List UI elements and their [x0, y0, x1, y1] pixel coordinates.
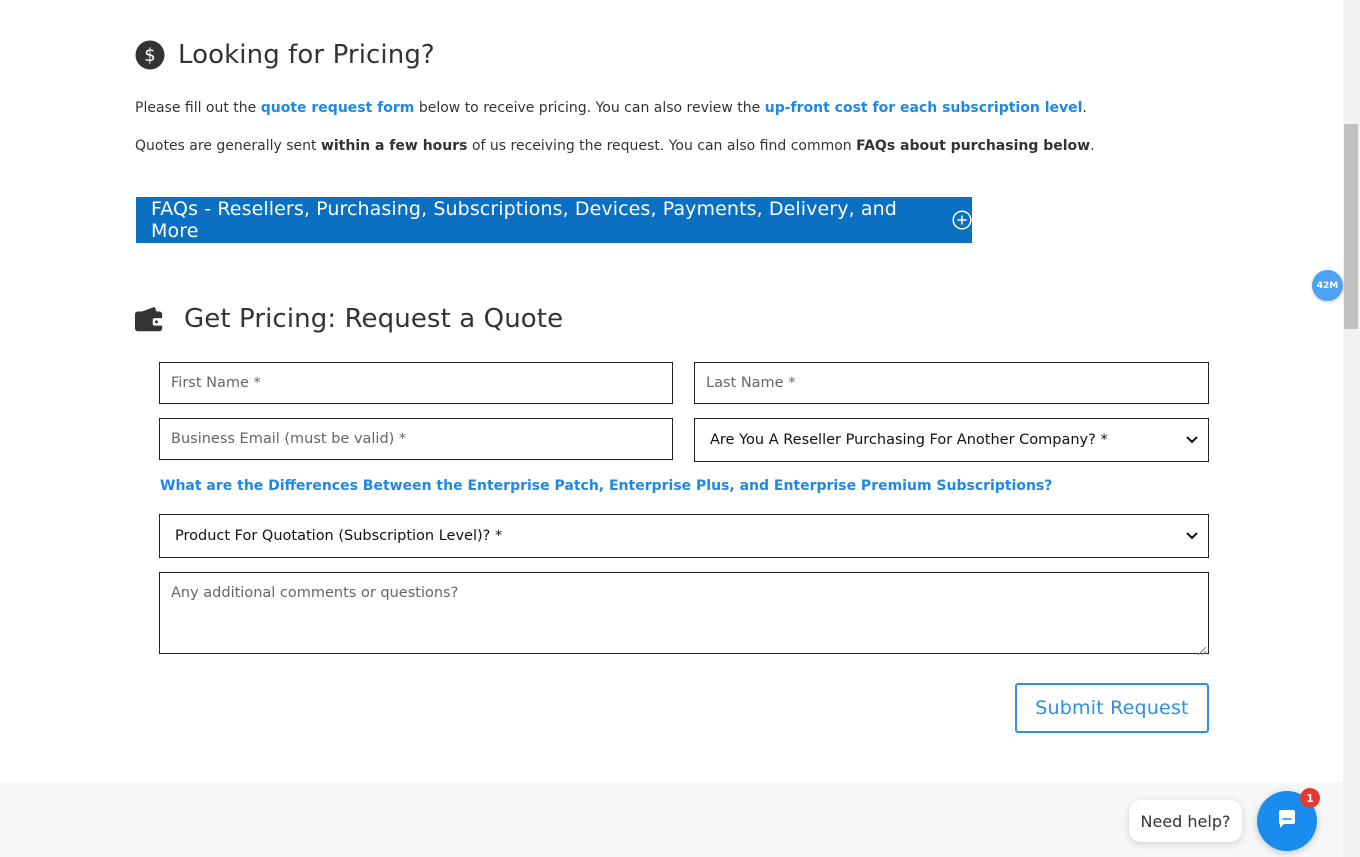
p2-bold-hours: within a few hours [320, 138, 468, 154]
pricing-paragraph-2: Quotes are generally sent within a few h… [135, 136, 1095, 156]
p1-text-pre: Please fill out the [135, 100, 261, 116]
plus-circle-icon [952, 210, 972, 230]
comments-placeholder: Any additional comments or questions? [171, 585, 459, 601]
pricing-heading: $ Looking for Pricing? [135, 40, 435, 70]
p2-text-pre: Quotes are generally sent [135, 138, 321, 154]
need-help-bubble[interactable]: Need help? [1129, 800, 1242, 842]
quote-heading: Get Pricing: Request a Quote [134, 304, 563, 334]
floating-badge[interactable]: 42M [1312, 270, 1343, 301]
p1-text-mid: below to receive pricing. You can also r… [414, 100, 765, 116]
reseller-select[interactable]: Are You A Reseller Purchasing For Anothe… [694, 418, 1209, 462]
scrollbar-thumb[interactable] [1344, 124, 1358, 329]
wallet-icon [134, 304, 164, 334]
p2-text-end: . [1090, 138, 1095, 154]
last-name-field[interactable]: Last Name * [694, 362, 1209, 404]
email-placeholder: Business Email (must be valid) * [171, 431, 407, 447]
first-name-field[interactable]: First Name * [159, 362, 673, 404]
product-select[interactable]: Product For Quotation (Subscription Leve… [159, 514, 1209, 558]
first-name-placeholder: First Name * [171, 375, 261, 391]
page: $ Looking for Pricing? Please fill out t… [0, 0, 1343, 857]
comments-textarea[interactable]: Any additional comments or questions? [159, 572, 1209, 656]
reseller-selected-value: Are You A Reseller Purchasing For Anothe… [710, 432, 1108, 448]
p1-text-end: . [1082, 100, 1087, 116]
faq-accordion-toggle[interactable]: FAQs - Resellers, Purchasing, Subscripti… [136, 197, 972, 243]
quote-request-form-link[interactable]: quote request form [261, 100, 415, 116]
last-name-placeholder: Last Name * [706, 375, 796, 391]
dollar-icon: $ [135, 40, 165, 70]
product-selected-value: Product For Quotation (Subscription Leve… [175, 528, 503, 544]
chevron-down-icon [1186, 434, 1198, 446]
submit-request-button[interactable]: Submit Request [1015, 683, 1209, 733]
pricing-title: Looking for Pricing? [178, 40, 435, 70]
chat-bubble-icon [1275, 807, 1299, 836]
business-email-field[interactable]: Business Email (must be valid) * [159, 418, 673, 460]
resize-handle-icon[interactable] [1197, 643, 1207, 656]
p2-bold-faqs: FAQs about purchasing below [856, 138, 1091, 154]
quote-title: Get Pricing: Request a Quote [184, 304, 564, 334]
p2-text-mid: of us receiving the request. You can als… [467, 138, 857, 154]
subscription-cost-link[interactable]: up-front cost for each subscription leve… [765, 100, 1083, 116]
subscription-differences-link[interactable]: What are the Differences Between the Ent… [160, 478, 1052, 494]
chat-unread-badge: 1 [1300, 788, 1320, 808]
faq-label: FAQs - Resellers, Purchasing, Subscripti… [151, 198, 897, 242]
svg-text:$: $ [144, 45, 155, 66]
chevron-down-icon [1186, 530, 1198, 542]
pricing-paragraph-1: Please fill out the quote request form b… [135, 98, 1087, 118]
